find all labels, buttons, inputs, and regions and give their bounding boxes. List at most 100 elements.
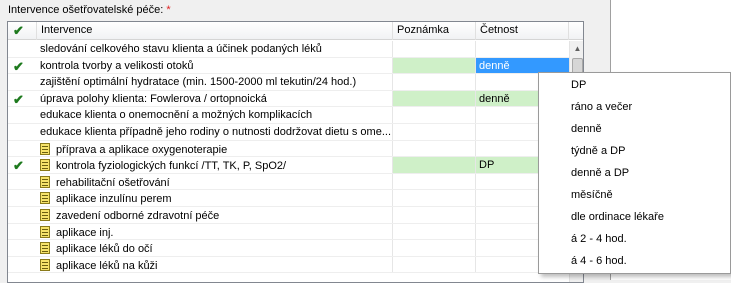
row-intervention-text: rehabilitační ošetřování [56,176,170,189]
frequency-option[interactable]: á 4 - 6 hod. [539,252,730,274]
scroll-up-arrow-icon[interactable]: ▲ [570,41,583,56]
row-check-cell[interactable]: ✔ [8,91,37,107]
row-intervention-cell[interactable]: aplikace léků do očí [37,240,393,256]
row-check-cell[interactable] [8,74,37,90]
row-intervention-text: zajištění optimální hydratace (min. 1500… [40,76,357,89]
table-row[interactable]: edukace klienta případně jeho rodiny o n… [8,123,569,141]
frequency-dropdown-list[interactable]: DP ráno a večer denně týdně a DP denně a DP m… [538,72,731,274]
row-intervention-cell[interactable]: aplikace inzulínu perem [37,190,393,206]
row-check-cell[interactable] [8,107,37,123]
table-row[interactable]: sledování celkového stavu klienta a účin… [8,41,569,58]
row-intervention-cell[interactable]: rehabilitační ošetřování [37,173,393,190]
table-row[interactable]: ✔ kontrola tvorby a velikosti otoků denně [8,57,569,75]
frequency-option[interactable]: týdně a DP [539,142,730,164]
row-check-cell[interactable] [8,240,37,256]
table-row[interactable]: edukace klienta o onemocnění a možných k… [8,107,569,124]
row-intervention-text: úprava polohy klienta: Fowlerova / ortop… [40,92,267,105]
row-frequency-cell[interactable] [476,41,569,57]
row-note-cell[interactable] [393,256,476,273]
table-row[interactable]: aplikace léků do očí [8,240,569,257]
table-row[interactable]: zavedení odborné zdravotní péče [8,206,569,224]
row-intervention-cell[interactable]: edukace klienta případně jeho rodiny o n… [37,123,393,140]
row-intervention-cell[interactable]: aplikace inj. [37,223,393,240]
row-intervention-cell[interactable]: kontrola tvorby a velikosti otoků [37,57,393,74]
document-icon [40,225,50,238]
document-icon [40,242,50,255]
header-check-column[interactable]: ✔ [8,22,37,40]
table-row[interactable]: příprava a aplikace oxygenoterapie [8,140,569,158]
document-icon [40,258,50,271]
document-icon [40,208,50,221]
row-note-cell[interactable] [393,223,476,240]
row-intervention-text: zavedení odborné zdravotní péče [56,209,220,222]
row-check-cell[interactable] [8,207,37,223]
header-frequency[interactable]: Četnost [476,22,569,40]
interventions-grid[interactable]: ✔ Intervence Poznámka Četnost sledování … [7,21,584,283]
grid-header: ✔ Intervence Poznámka Četnost [8,22,583,40]
frequency-option[interactable]: DP [539,76,730,98]
row-check-cell[interactable] [8,41,37,57]
row-intervention-cell[interactable]: edukace klienta o onemocnění a možných k… [37,107,393,123]
row-intervention-text: kontrola fyziologických funkcí /TT, TK, … [56,160,287,173]
row-check-cell[interactable]: ✔ [8,58,37,74]
row-note-cell[interactable] [393,90,476,107]
row-intervention-text: sledování celkového stavu klienta a účin… [40,43,322,55]
row-check-cell[interactable] [8,174,37,190]
table-row[interactable]: aplikace inzulínu perem [8,190,569,207]
row-intervention-text: aplikace léků do očí [56,243,153,256]
frequency-option[interactable]: dle ordinace lékaře [539,208,730,230]
table-row[interactable]: rehabilitační ošetřování [8,173,569,191]
row-intervention-text: kontrola tvorby a velikosti otoků [40,59,194,72]
row-check-cell[interactable] [8,190,37,206]
row-intervention-text: aplikace inzulínu perem [56,193,172,206]
row-intervention-cell[interactable]: zavedení odborné zdravotní péče [37,206,393,223]
grid-rows: sledování celkového stavu klienta a účin… [8,41,569,274]
row-check-cell[interactable] [8,224,37,240]
interventions-section-label: Intervence ošetřovatelské péče: * [8,4,171,16]
row-check-cell[interactable] [8,141,37,157]
document-icon [40,159,50,172]
row-note-cell[interactable] [393,123,476,140]
document-icon [40,142,50,155]
row-intervention-cell[interactable]: úprava polohy klienta: Fowlerova / ortop… [37,90,393,107]
row-intervention-text: příprava a aplikace oxygenoterapie [56,143,228,156]
row-intervention-cell[interactable]: zajištění optimální hydratace (min. 1500… [37,74,393,90]
check-icon: ✔ [13,23,24,38]
frequency-option[interactable]: denně [539,120,730,142]
row-note-cell[interactable] [393,107,476,123]
row-note-cell[interactable] [393,74,476,90]
document-icon [40,192,50,205]
row-intervention-cell[interactable]: sledování celkového stavu klienta a účin… [37,41,393,57]
table-row[interactable]: ✔ úprava polohy klienta: Fowlerova / orto… [8,90,569,108]
frequency-option[interactable]: měsíčně [539,186,730,208]
row-note-cell[interactable] [393,206,476,223]
row-note-cell[interactable] [393,57,476,74]
header-intervention[interactable]: Intervence [37,22,393,40]
required-mark: * [166,4,171,16]
row-frequency-cell[interactable]: denně [476,57,569,74]
frequency-option[interactable]: denně a DP [539,164,730,186]
row-intervention-text: edukace klienta případně jeho rodiny o n… [40,125,392,138]
check-icon: ✔ [13,91,24,107]
table-row[interactable]: aplikace inj. [8,223,569,241]
interventions-label-text: Intervence ošetřovatelské péče: [8,4,164,16]
table-row[interactable]: aplikace léků na kůži [8,256,569,274]
row-note-cell[interactable] [393,173,476,190]
row-note-cell[interactable] [393,190,476,206]
row-intervention-cell[interactable]: kontrola fyziologických funkcí /TT, TK, … [37,157,393,173]
frequency-option[interactable]: ráno a večer [539,98,730,120]
row-check-cell[interactable] [8,257,37,273]
row-note-cell[interactable] [393,240,476,256]
frequency-option[interactable]: á 2 - 4 hod. [539,230,730,252]
row-check-cell[interactable]: ✔ [8,157,37,173]
row-note-cell[interactable] [393,41,476,57]
row-intervention-cell[interactable]: příprava a aplikace oxygenoterapie [37,140,393,157]
row-note-cell[interactable] [393,140,476,157]
row-check-cell[interactable] [8,124,37,140]
table-row[interactable]: ✔ kontrola fyziologických funkcí /TT, TK,… [8,157,569,174]
table-row[interactable]: zajištění optimální hydratace (min. 1500… [8,74,569,91]
row-note-cell[interactable] [393,157,476,173]
row-intervention-cell[interactable]: aplikace léků na kůži [37,256,393,273]
row-intervention-text: edukace klienta o onemocnění a možných k… [40,109,313,122]
header-note[interactable]: Poznámka [393,22,476,40]
